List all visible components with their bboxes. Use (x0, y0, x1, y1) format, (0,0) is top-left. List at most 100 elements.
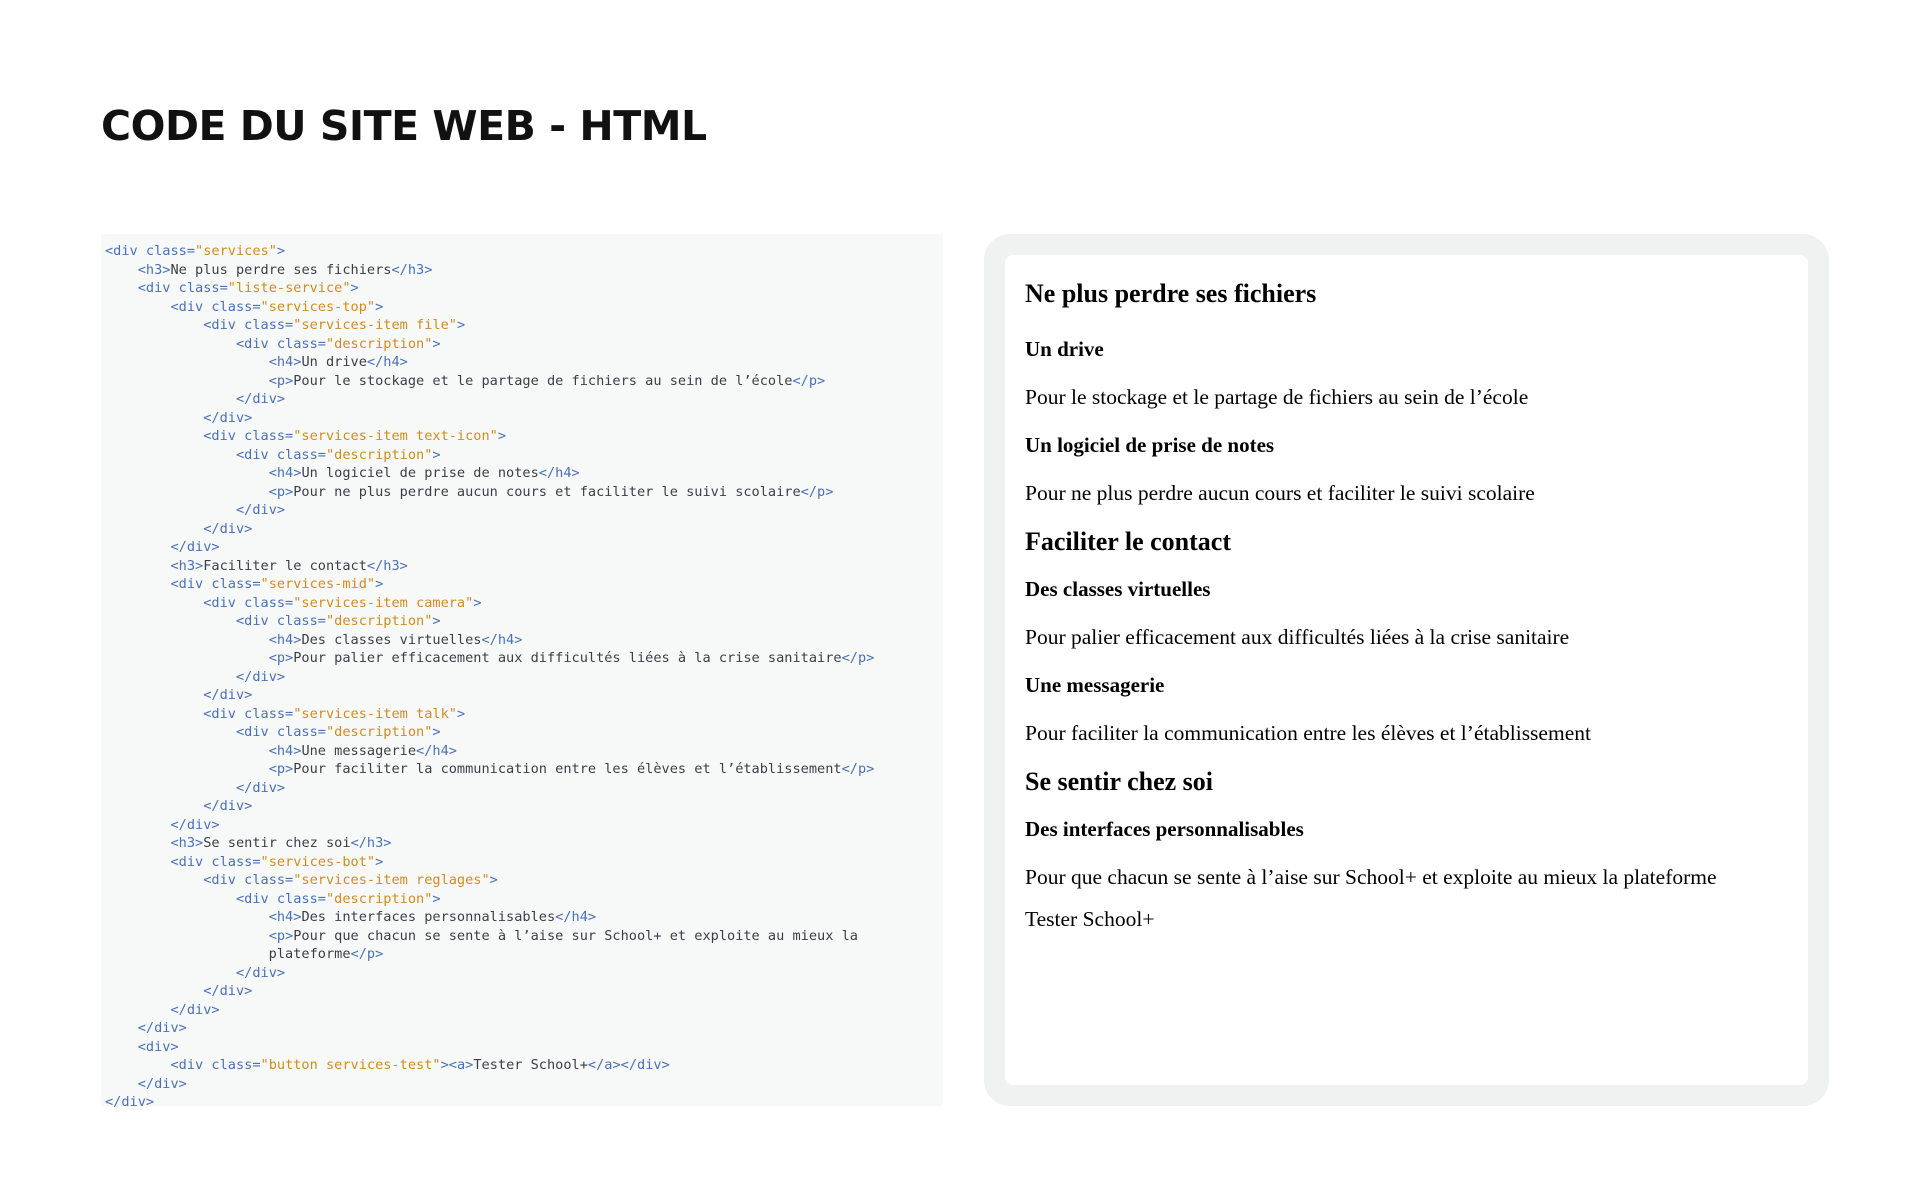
code-line: <div class="description"> (105, 612, 943, 631)
code-token: <div (203, 594, 245, 611)
code-token: </div> (203, 409, 253, 426)
code-token: <div (170, 1057, 212, 1073)
code-token: </p> (792, 372, 826, 389)
code-token: > (456, 317, 466, 333)
code-line: <div class="description"> (105, 723, 943, 742)
code-line: </div> (105, 1001, 943, 1020)
code-token: class= (276, 724, 326, 740)
code-line: <div class="description"> (105, 335, 943, 354)
code-token: </div> (170, 539, 220, 555)
code-panel: <div class="services"> <h3>Ne plus perdr… (101, 234, 943, 1110)
code-token: <h4> (268, 465, 302, 481)
code-token: <h4> (268, 909, 302, 925)
code-token: </p> (841, 761, 875, 777)
code-token: <div (170, 576, 212, 592)
code-token: "services" (195, 243, 277, 259)
code-token: "services-item text-icon" (293, 428, 498, 444)
code-line: </div> (105, 1075, 943, 1094)
code-line: <h3>Faciliter le contact</h3> (105, 557, 943, 576)
code-token: Pour que chacun se sente à l’aise sur Sc… (293, 927, 858, 944)
code-line: <div class="button services-test"><a>Tes… (105, 1056, 943, 1075)
code-token: <div (203, 872, 245, 888)
code-line: <div class="services-top"> (105, 298, 943, 317)
code-token: > (497, 428, 507, 444)
code-token: class= (211, 298, 261, 315)
code-token: class= (244, 872, 294, 888)
code-token: "services-item talk" (293, 705, 457, 722)
code-token: "services-bot" (260, 853, 376, 870)
code-token: Une messagerie (301, 742, 417, 759)
code-line: </div> (105, 409, 943, 428)
code-token: <p> (268, 650, 294, 666)
code-token: class= (145, 243, 196, 259)
code-token: <div> (137, 1038, 179, 1055)
code-token: > (432, 335, 441, 352)
code-token: <div (170, 853, 212, 870)
code-token: <div (203, 317, 245, 333)
code-line: <div> (105, 1038, 943, 1057)
code-token: <div (105, 243, 146, 259)
code-token: > (375, 853, 384, 870)
code-line: </div> (105, 390, 943, 409)
code-token: "description" (325, 446, 433, 463)
code-line: </div> (105, 668, 943, 687)
code-token: "button services-test" (260, 1057, 441, 1073)
code-token: </div> (235, 502, 286, 518)
code-token: > (432, 446, 441, 463)
code-token: class= (244, 428, 294, 444)
code-token: </p> (350, 946, 384, 962)
code-token: Pour palier efficacement aux difficultés… (293, 650, 842, 666)
code-token: </div> (137, 1020, 187, 1036)
code-line: </div> (105, 501, 943, 520)
code-token: </h4> (416, 742, 457, 759)
code-token: Un logiciel de prise de notes (301, 465, 539, 481)
code-token: </div> (203, 520, 253, 537)
code-token: plateforme (105, 946, 351, 962)
code-token: "liste-service" (227, 280, 351, 296)
preview-paragraph: Pour ne plus perdre aucun cours et facil… (1025, 481, 1535, 505)
code-line: <div class="services-mid"> (105, 575, 943, 594)
code-line: <p>Pour palier efficacement aux difficul… (105, 649, 943, 668)
code-line: <div class="services-item text-icon"> (105, 427, 943, 446)
code-line: plateforme</p> (105, 945, 943, 964)
code-token: class= (276, 613, 326, 629)
code-line: <div class="services-item reglages"> (105, 871, 943, 890)
code-token: </div> (170, 816, 220, 833)
code-line: <p>Pour ne plus perdre aucun cours et fa… (105, 483, 943, 502)
code-token: "description" (325, 335, 433, 352)
code-token: class= (178, 280, 228, 296)
code-token: </div> (203, 687, 253, 703)
code-line: </div> (105, 779, 943, 798)
code-token: <div (235, 890, 277, 907)
code-token: <h3> (170, 835, 204, 851)
code-token: class= (244, 705, 294, 722)
rendered-preview: Ne plus perdre ses fichiers Un drive Pour … (1005, 255, 1808, 1085)
code-token: class= (211, 576, 261, 592)
code-token: </div> (105, 1094, 155, 1110)
tester-school-link[interactable]: Tester School+ (1025, 907, 1154, 932)
code-token: </div> (235, 779, 286, 796)
code-token: </h4> (555, 909, 597, 925)
code-token: <div (203, 428, 245, 444)
code-token: <h3> (170, 557, 204, 574)
code-token: <h4> (268, 631, 302, 648)
code-token: "services-mid" (260, 576, 376, 592)
code-token: > (489, 872, 498, 888)
code-line: <div class="description"> (105, 890, 943, 909)
